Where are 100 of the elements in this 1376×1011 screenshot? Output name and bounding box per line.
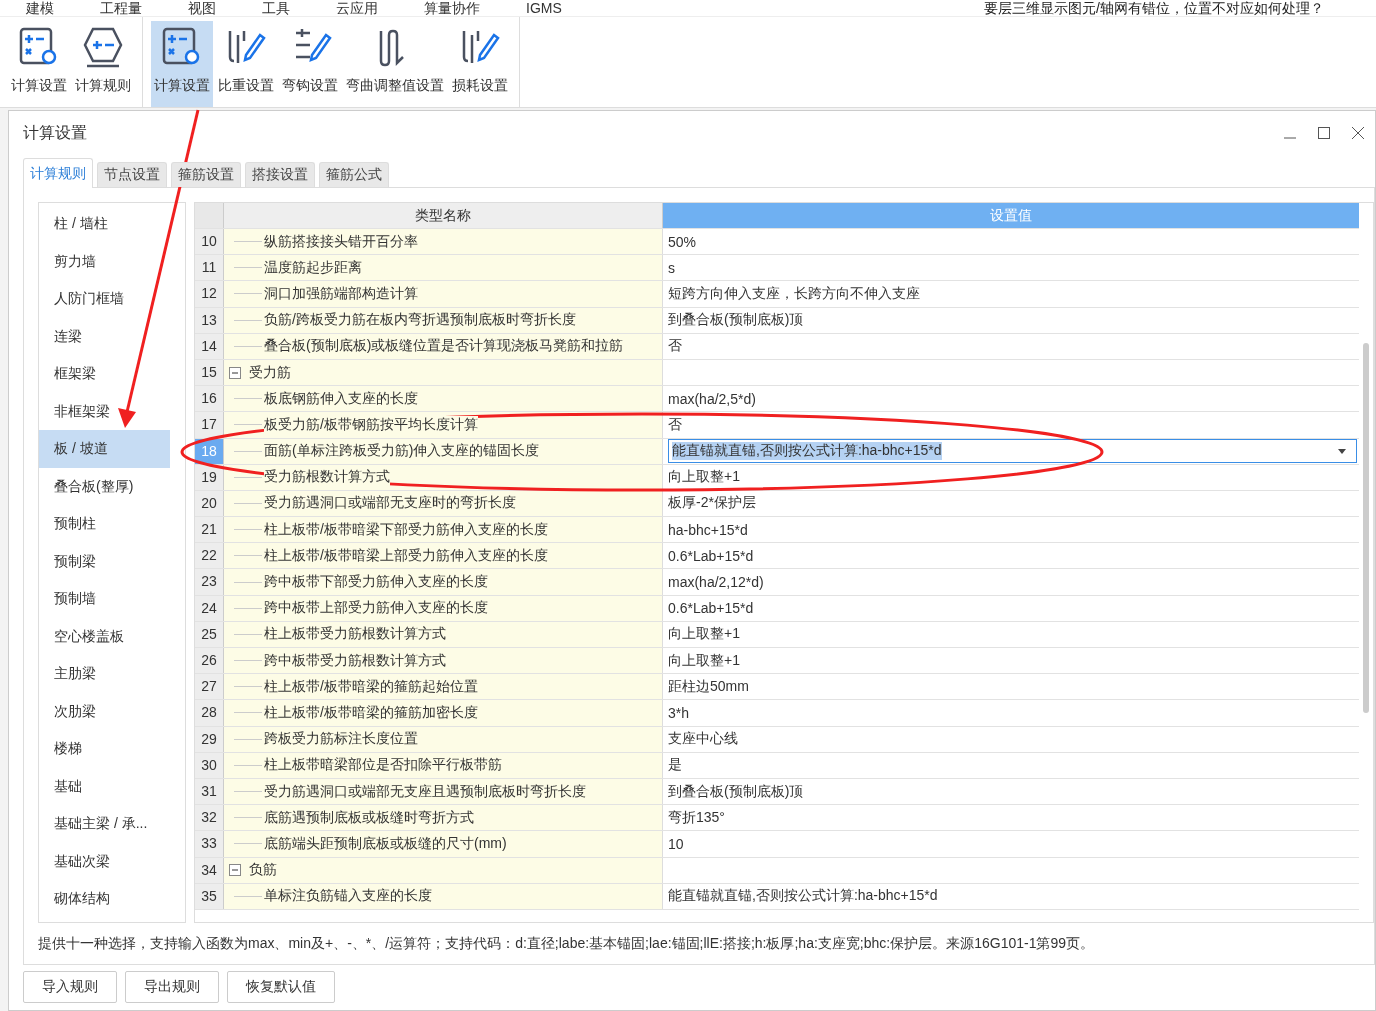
table-cell: 受力筋根数计算方式 bbox=[264, 468, 390, 487]
table-cell: 是 bbox=[668, 756, 682, 775]
maximize-icon[interactable] bbox=[1317, 126, 1331, 140]
ribbon-button[interactable]: 比重设置 bbox=[215, 21, 277, 107]
row-number: 26 bbox=[195, 648, 224, 674]
table-cell: 跨中板带上部受力筋伸入支座的长度 bbox=[264, 599, 488, 618]
category-item[interactable]: 主肋梁 bbox=[39, 655, 170, 693]
table-cell: 洞口加强筋端部构造计算 bbox=[264, 284, 418, 303]
table-cell: 柱上板带/板带暗梁的箍筋加密长度 bbox=[264, 703, 478, 722]
help-question[interactable]: 要层三维显示图元/轴网有错位，位置不对应如何处理？ bbox=[984, 0, 1324, 16]
row-number: 32 bbox=[195, 805, 224, 831]
menu-item[interactable]: 算量协作 bbox=[424, 0, 480, 16]
row-number: 10 bbox=[195, 229, 224, 255]
row-number: 14 bbox=[195, 333, 224, 359]
table-cell: 3*h bbox=[668, 704, 690, 721]
category-item[interactable]: 预制柱 bbox=[39, 505, 170, 543]
category-item[interactable]: 人防门框墙 bbox=[39, 280, 170, 318]
category-item[interactable]: 剪力墙 bbox=[39, 242, 170, 280]
row-number: 23 bbox=[195, 569, 224, 595]
action-button[interactable]: 导入规则 bbox=[23, 971, 117, 1003]
ribbon-button[interactable]: 计算设置 bbox=[151, 21, 213, 107]
ribbon-button[interactable]: 弯钩设置 bbox=[279, 21, 341, 107]
category-item[interactable]: 基础 bbox=[39, 767, 170, 805]
column-header: 设置值 bbox=[663, 203, 1359, 228]
row-number: 25 bbox=[195, 621, 224, 647]
table-cell: 柱上板带/板带暗梁下部受力筋伸入支座的长度 bbox=[264, 520, 548, 539]
row-number: 24 bbox=[195, 595, 224, 621]
table-cell: 弯折135° bbox=[668, 808, 725, 827]
category-item[interactable]: 预制墙 bbox=[39, 580, 170, 618]
action-button[interactable]: 恢复默认值 bbox=[227, 971, 335, 1003]
tab[interactable]: 节点设置 bbox=[97, 162, 167, 187]
category-item[interactable]: 预制梁 bbox=[39, 542, 170, 580]
row-number: 13 bbox=[195, 307, 224, 333]
category-item[interactable]: 柱 / 墙柱 bbox=[39, 205, 170, 243]
category-item[interactable]: 板 / 坡道 bbox=[39, 430, 170, 468]
category-item[interactable]: 基础次梁 bbox=[39, 842, 170, 880]
table-cell: 柱上板带/板带暗梁上部受力筋伸入支座的长度 bbox=[264, 546, 548, 565]
category-item[interactable]: 非框架梁 bbox=[39, 392, 170, 430]
ribbon-button[interactable]: 弯曲调整值设置 bbox=[343, 21, 447, 107]
table-cell: 否 bbox=[668, 415, 682, 434]
window-title: 计算设置 bbox=[23, 122, 87, 143]
table-cell: 单标注负筋锚入支座的长度 bbox=[264, 887, 432, 906]
table-cell: s bbox=[668, 259, 675, 276]
table-cell: 能直锚就直锚,否则按公式计算:ha-bhc+15*d bbox=[668, 887, 938, 906]
tab[interactable]: 搭接设置 bbox=[245, 162, 315, 187]
table-cell: 柱上板带暗梁部位是否扣除平行板带筋 bbox=[264, 756, 502, 775]
table-cell: 板受力筋/板带钢筋按平均长度计算 bbox=[264, 415, 478, 434]
collapse-icon[interactable] bbox=[229, 366, 241, 379]
category-item[interactable]: 次肋梁 bbox=[39, 692, 170, 730]
close-icon[interactable] bbox=[1351, 126, 1365, 140]
category-item[interactable]: 框架梁 bbox=[39, 355, 170, 393]
row-number: 35 bbox=[195, 883, 224, 909]
column-header: 类型名称 bbox=[224, 203, 663, 228]
ribbon-button[interactable]: 计算设置 bbox=[8, 21, 70, 107]
row-number: 28 bbox=[195, 700, 224, 726]
action-button[interactable]: 导出规则 bbox=[125, 971, 219, 1003]
scrollbar[interactable] bbox=[1363, 343, 1369, 713]
menu-item[interactable]: 视图 bbox=[188, 0, 216, 16]
menu-item[interactable]: IGMS bbox=[526, 0, 562, 16]
ribbon-button[interactable]: 损耗设置 bbox=[449, 21, 511, 107]
menu-item[interactable]: 工具 bbox=[262, 0, 290, 16]
value-dropdown[interactable]: 能直锚就直锚,否则按公式计算:ha-bhc+15*d bbox=[668, 439, 1357, 464]
row-number: 12 bbox=[195, 281, 224, 307]
table-cell: 到叠合板(预制底板)顶 bbox=[668, 311, 804, 330]
table-cell: 板底钢筋伸入支座的长度 bbox=[264, 389, 418, 408]
table-cell: 向上取整+1 bbox=[668, 651, 740, 670]
tab[interactable]: 箍筋设置 bbox=[171, 162, 241, 187]
row-number: 17 bbox=[195, 412, 224, 438]
category-item[interactable]: 基础主梁 / 承... bbox=[39, 805, 170, 843]
table-cell: 底筋遇预制底板或板缝时弯折方式 bbox=[264, 808, 474, 827]
table-cell: 10 bbox=[668, 835, 684, 852]
table-cell: 向上取整+1 bbox=[668, 468, 740, 487]
category-item[interactable]: 砌体结构 bbox=[39, 880, 170, 918]
row-number: 22 bbox=[195, 543, 224, 569]
table-cell: 受力筋遇洞口或端部无支座且遇预制底板时弯折长度 bbox=[264, 782, 586, 801]
tab[interactable]: 计算规则 bbox=[23, 158, 93, 188]
ribbon-button[interactable]: 计算规则 bbox=[72, 21, 134, 107]
category-item[interactable]: 楼梯 bbox=[39, 730, 170, 768]
table-cell: 0.6*Lab+15*d bbox=[668, 547, 754, 564]
hint-text: 提供十一种选择，支持输入函数为max、min及+、-、*、/运算符；支持代码：d:直径;labe:基本锚固;lae:锚固;llE:搭接;h:板厚;ha:支座宽;bhc:保护层。来源16G101-1第99页。 bbox=[38, 934, 1095, 953]
row-number: 34 bbox=[195, 857, 224, 883]
row-number: 33 bbox=[195, 831, 224, 857]
menu-item[interactable]: 工程量 bbox=[100, 0, 142, 16]
caret-icon[interactable] bbox=[1338, 448, 1346, 454]
menu-item[interactable]: 云应用 bbox=[336, 0, 378, 16]
menu-item[interactable]: 建模 bbox=[26, 0, 54, 16]
table-cell: 跨中板带受力筋根数计算方式 bbox=[264, 651, 446, 670]
table-cell: 0.6*Lab+15*d bbox=[668, 600, 754, 617]
row-number: 30 bbox=[195, 752, 224, 778]
collapse-icon[interactable] bbox=[229, 864, 241, 877]
category-item[interactable]: 叠合板(整厚) bbox=[39, 467, 170, 505]
category-item[interactable]: 连梁 bbox=[39, 317, 170, 355]
tab[interactable]: 箍筋公式 bbox=[319, 162, 389, 187]
table-cell: 50% bbox=[668, 233, 697, 250]
table-cell: max(ha/2,5*d) bbox=[668, 390, 756, 407]
table-cell: 到叠合板(预制底板)顶 bbox=[668, 782, 804, 801]
category-item[interactable]: 空心楼盖板 bbox=[39, 617, 170, 655]
table-cell: ha-bhc+15*d bbox=[668, 521, 748, 538]
table-cell: 底筋端头距预制底板或板缝的尺寸(mm) bbox=[264, 834, 507, 853]
table-cell: 板厚-2*保护层 bbox=[668, 494, 756, 513]
